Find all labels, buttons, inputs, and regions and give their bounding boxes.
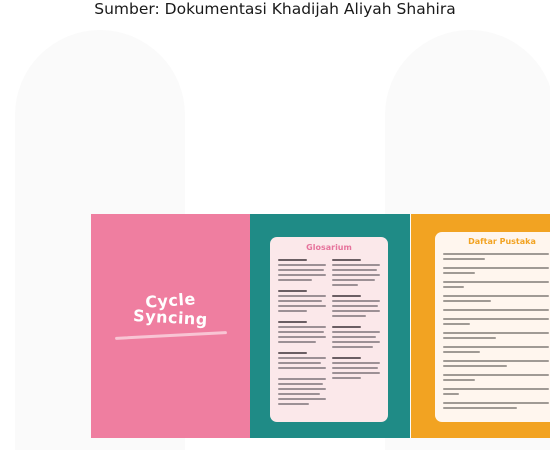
glossary-column-right — [332, 259, 380, 382]
source-caption: Sumber: Dokumentasi Khadijah Aliyah Shah… — [94, 0, 456, 18]
glossary-column-left — [278, 259, 326, 408]
cover-subtitle-decoration — [114, 331, 228, 340]
bibliography-card: Daftar Pustaka — [435, 232, 550, 422]
glossary-page: Glosarium — [250, 214, 410, 438]
glossary-title: Glosarium — [306, 243, 352, 252]
cover-title: Cycle Syncing — [91, 289, 250, 329]
cover-title-line2: Syncing — [132, 306, 209, 329]
bibliography-title: Daftar Pustaka — [468, 237, 536, 246]
cover-page: Cycle Syncing — [91, 214, 250, 438]
bibliography-page: Daftar Pustaka — [411, 214, 550, 438]
bibliography-list — [443, 253, 549, 412]
glossary-card: Glosarium — [270, 237, 388, 422]
